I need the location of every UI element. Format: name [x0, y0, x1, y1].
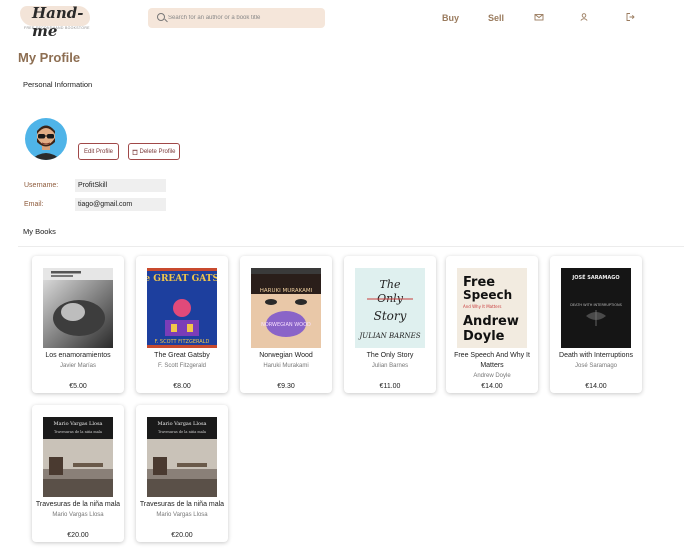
book-title: Free Speech And Why It Matters: [454, 352, 530, 369]
section-divider: [18, 246, 684, 247]
delete-profile-button[interactable]: Delete Profile: [128, 143, 180, 160]
book-cover: HARUKI MURAKAMI NORWEGIAN WOOD: [251, 268, 321, 348]
cover-author-1: Andrew: [463, 314, 519, 329]
book-author: Mario Vargas Llosa: [156, 512, 208, 518]
avatar-illustration: [31, 125, 61, 160]
cover-art-travesuras: Mario Vargas Llosa Travesuras de la niña…: [147, 417, 217, 497]
cover-art-travesuras: Mario Vargas Llosa Travesuras de la niña…: [43, 417, 113, 497]
book-author: José Saramago: [574, 363, 618, 369]
book-price: €14.00: [481, 383, 503, 390]
cover-art-death-interruptions: JOSÉ SARAMAGO DEATH WITH INTERRUPTIONS: [561, 268, 631, 348]
nav-sell-link[interactable]: Sell: [488, 13, 504, 23]
book-price: €11.00: [379, 383, 401, 390]
book-title: Travesuras de la niña mala: [139, 501, 225, 508]
username-field: ProfitSkill: [75, 179, 166, 192]
cover-title: Travesuras de la niña mala: [158, 430, 206, 434]
book-price: €20.00: [171, 532, 193, 539]
cover-art-norwegian-wood: HARUKI MURAKAMI NORWEGIAN WOOD: [251, 268, 321, 348]
book-card[interactable]: Los enamoramientos Javier Marías €5.00: [32, 256, 124, 393]
cover-author-2: Doyle: [463, 329, 505, 344]
cover-author: JOSÉ SARAMAGO: [571, 273, 619, 281]
email-label: Email:: [24, 201, 44, 208]
logo-tagline: FREE SECONDHAND BOOKSTORE: [24, 26, 90, 30]
book-cover: The Only Story JULIAN BARNES: [355, 268, 425, 348]
book-cover: Mario Vargas Llosa Travesuras de la niña…: [43, 417, 113, 497]
book-price: €14.00: [585, 383, 607, 390]
cover-art-enamoramientos: [43, 268, 113, 348]
book-cover: JOSÉ SARAMAGO DEATH WITH INTERRUPTIONS: [561, 268, 631, 348]
cover-title: DEATH WITH INTERRUPTIONS: [570, 303, 622, 307]
username-label: Username:: [24, 182, 59, 189]
page-title: My Profile: [18, 50, 81, 65]
book-card[interactable]: HARUKI MURAKAMI NORWEGIAN WOOD Norwegian…: [240, 256, 332, 393]
book-cover: [43, 268, 113, 348]
cover-title-2: Speech: [463, 288, 512, 302]
book-price: €8.00: [173, 383, 191, 390]
book-cover: Mario Vargas Llosa Travesuras de la niña…: [147, 417, 217, 497]
cover-author: F. SCOTT FITZGERALD: [155, 339, 210, 345]
book-author: Haruki Murakami: [263, 363, 309, 369]
book-author: Andrew Doyle: [473, 373, 511, 379]
my-books-heading: My Books: [23, 227, 56, 236]
book-author: Mario Vargas Llosa: [52, 512, 104, 518]
cover-title-3: Story: [374, 309, 407, 323]
cover-title: NORWEGIAN WOOD: [261, 322, 311, 328]
cover-author: Mario Vargas Llosa: [53, 421, 102, 427]
logout-icon[interactable]: [625, 12, 635, 22]
trash-icon: [132, 149, 138, 155]
search-input[interactable]: [168, 11, 318, 25]
book-card[interactable]: Mario Vargas Llosa Travesuras de la niña…: [136, 405, 228, 542]
book-title: Norwegian Wood: [259, 352, 313, 359]
book-cover: The GREAT GATSBY F. SCOTT FITZGERALD: [147, 268, 217, 348]
book-title: The Only Story: [366, 352, 414, 359]
book-card[interactable]: Mario Vargas Llosa Travesuras de la niña…: [32, 405, 124, 542]
book-card[interactable]: Free Speech And Why It Matters Andrew Do…: [446, 256, 538, 393]
search-bar[interactable]: [148, 8, 325, 28]
cover-art-gatsby: The GREAT GATSBY F. SCOTT FITZGERALD: [147, 268, 217, 348]
cover-subtitle: And Why It Matters: [463, 304, 501, 309]
cover-author: JULIAN BARNES: [357, 332, 420, 340]
book-price: €9.30: [277, 383, 295, 390]
book-author: Javier Marías: [59, 363, 96, 369]
book-author: F. Scott Fitzgerald: [157, 363, 207, 369]
book-title: Travesuras de la niña mala: [35, 501, 121, 508]
delete-profile-label: Delete Profile: [139, 148, 176, 155]
logo-text: Hand-me: [32, 4, 84, 40]
book-price: €20.00: [67, 532, 89, 539]
book-author: Julian Barnes: [371, 363, 409, 369]
top-navbar: Hand-me FREE SECONDHAND BOOKSTORE Buy Se…: [0, 0, 700, 40]
cover-art-only-story: The Only Story JULIAN BARNES: [355, 268, 425, 348]
cover-author: HARUKI MURAKAMI: [260, 288, 313, 294]
book-card[interactable]: JOSÉ SARAMAGO DEATH WITH INTERRUPTIONS D…: [550, 256, 642, 393]
book-title: Death with Interruptions: [559, 352, 633, 359]
avatar: [25, 118, 67, 160]
book-cover: Free Speech And Why It Matters Andrew Do…: [457, 268, 527, 348]
user-icon[interactable]: [579, 12, 589, 22]
book-title: Los enamoramientos: [45, 352, 111, 359]
cover-author: Mario Vargas Llosa: [157, 421, 206, 427]
book-title: The Great Gatsby: [154, 352, 210, 359]
personal-info-heading: Personal Information: [23, 80, 93, 89]
email-field: tiago@gmail.com: [75, 198, 166, 211]
cover-art-free-speech: Free Speech And Why It Matters Andrew Do…: [457, 268, 527, 348]
search-icon: [157, 13, 165, 21]
book-price: €5.00: [69, 383, 87, 390]
site-logo[interactable]: Hand-me FREE SECONDHAND BOOKSTORE: [20, 4, 92, 40]
edit-profile-button[interactable]: Edit Profile: [78, 143, 119, 160]
edit-profile-label: Edit Profile: [83, 148, 113, 155]
nav-buy-link[interactable]: Buy: [442, 13, 459, 23]
book-card[interactable]: The GREAT GATSBY F. SCOTT FITZGERALD The…: [136, 256, 228, 393]
mail-icon[interactable]: [534, 12, 544, 22]
cover-title: The GREAT GATSBY: [147, 274, 217, 284]
book-card[interactable]: The Only Story JULIAN BARNES The Only St…: [344, 256, 436, 393]
cover-title: Travesuras de la niña mala: [54, 430, 102, 434]
cover-title-1: The: [380, 278, 401, 291]
